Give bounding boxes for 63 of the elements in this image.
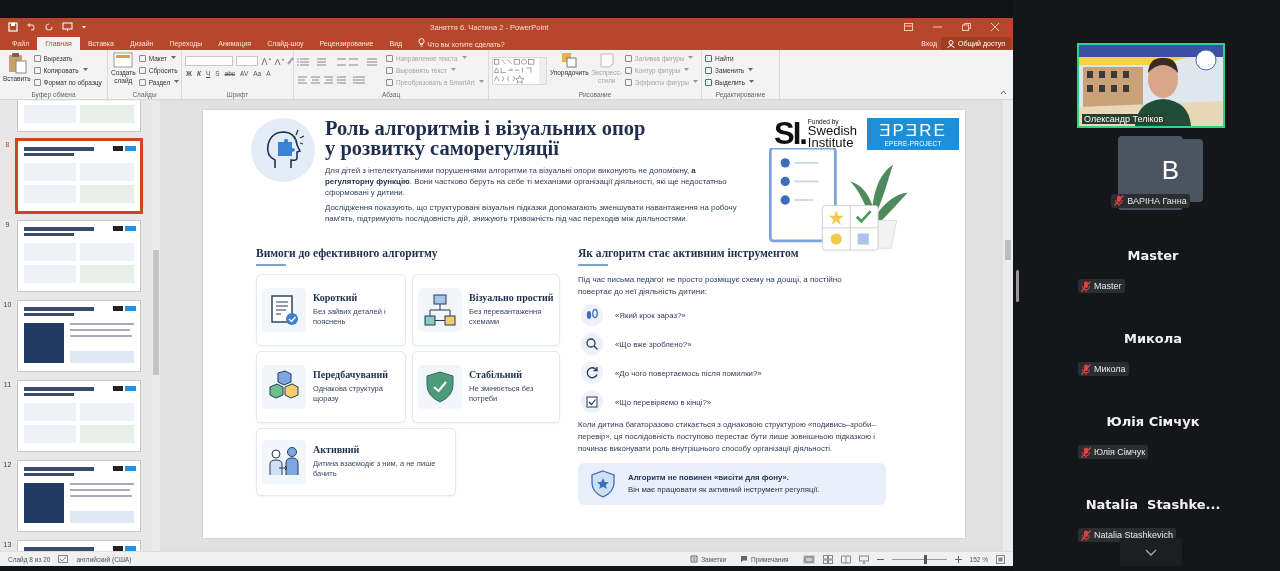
font-name-field[interactable] (185, 56, 233, 66)
slide-sorter-icon[interactable] (822, 554, 833, 564)
shrink-font-icon[interactable] (274, 57, 284, 65)
undo-icon[interactable] (26, 22, 36, 32)
scrollbar-thumb[interactable] (153, 250, 159, 375)
comment-icon (740, 555, 749, 563)
minimize-icon[interactable] (933, 23, 942, 31)
chevron-down-icon (1145, 548, 1157, 556)
grow-font-icon[interactable] (261, 57, 271, 65)
participant-display-name: Микола (1123, 330, 1183, 348)
scrollbar-thumb[interactable] (1005, 240, 1011, 260)
slideshow-view-icon[interactable] (858, 554, 869, 564)
participant-display-name: Natalia Stashke... (1085, 496, 1221, 514)
card-title: Передбачуваний (313, 369, 390, 380)
process-intro: Під час письма педагог не просто розміщує схему на дошці, а постійно повертає до неї діяльність дитини: (578, 273, 843, 298)
flowchart-icon (423, 292, 457, 327)
person-icon (946, 39, 955, 48)
participant-display-name: Юлія Сімчук (1106, 413, 1200, 431)
font-size-field[interactable] (236, 56, 258, 66)
restore-icon[interactable] (962, 23, 971, 31)
ribbon-display-icon[interactable] (904, 23, 913, 31)
card-title: Короткий (313, 292, 359, 303)
card-title: Візуально простий (469, 292, 554, 303)
participant-display-name: Master (1127, 247, 1179, 265)
save-icon[interactable] (8, 22, 18, 32)
reading-view-icon[interactable] (840, 554, 851, 564)
scrollbar-thumb[interactable] (1016, 270, 1019, 302)
section-heading: Вимоги до ефективного алгоритму (256, 246, 439, 260)
spellcheck-icon[interactable] (58, 555, 69, 563)
normal-view-icon[interactable] (802, 554, 815, 564)
shield-star-icon (590, 469, 616, 498)
sponsor-name: Swedish Institute (807, 125, 857, 149)
collapse-ribbon-icon[interactable] (1000, 90, 1007, 95)
zoom-in-icon[interactable] (954, 555, 962, 563)
refresh-icon (581, 362, 603, 384)
lightbulb-icon[interactable] (418, 38, 426, 47)
fit-slide-icon[interactable] (996, 554, 1005, 564)
checkbox-icon (581, 391, 603, 413)
slide-thumbnail[interactable] (17, 380, 141, 452)
redo-icon[interactable] (44, 22, 54, 32)
card-title: Активний (313, 444, 361, 455)
slideshow-icon[interactable] (62, 22, 73, 32)
participant-name-tag: Юлія Сімчук (1078, 445, 1149, 459)
slide-title: Роль алгоритмів і візуальних опор у розвитку саморегуляції (325, 118, 647, 158)
slide-thumbnail[interactable] (17, 220, 141, 292)
clear-format-icon[interactable] (287, 57, 295, 65)
slide-thumbnail[interactable] (17, 460, 141, 532)
participant-name-tag: Master (1078, 279, 1125, 293)
notes-icon (690, 555, 699, 563)
card-title: Стабільний (469, 369, 524, 380)
participant-name-tag: ВАРІНА Ганна (1111, 193, 1190, 208)
slide-thumbnail[interactable] (17, 300, 141, 372)
footprints-icon (581, 304, 603, 326)
speaker-name: Олександр Теліков (1082, 114, 1166, 124)
caret-icon[interactable] (81, 24, 87, 30)
participant-name-tag: Микола (1078, 362, 1129, 376)
section-heading: Як алгоритм стає активним інструментом (578, 246, 800, 260)
close-icon[interactable] (991, 23, 999, 31)
zoom-slider-thumb[interactable] (923, 554, 927, 564)
head-puzzle-icon (251, 118, 315, 182)
shield-check-icon (423, 369, 457, 404)
slide-thumbnail[interactable] (17, 140, 141, 212)
sponsor-logo-mark: SI. (773, 118, 806, 149)
